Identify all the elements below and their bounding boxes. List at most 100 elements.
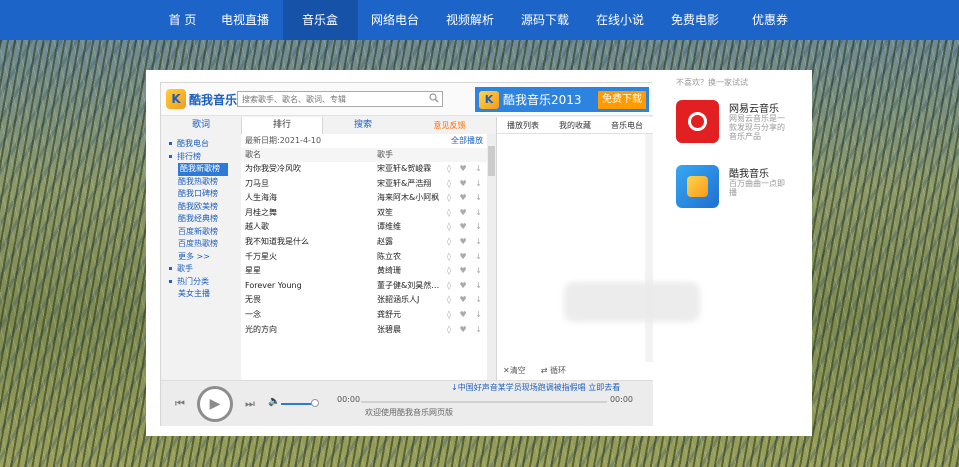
row-action-icons[interactable]: ◊ ♥ ↓ — [447, 191, 485, 206]
song-singer[interactable]: 张韶涵乐人J — [377, 293, 443, 308]
sidebar-item[interactable]: 酷我电台 — [161, 138, 241, 151]
song-title[interactable]: 一念 — [245, 308, 261, 323]
row-action-icons[interactable]: ◊ ♥ ↓ — [447, 220, 485, 235]
row-action-icons[interactable]: ◊ ♥ ↓ — [447, 279, 485, 294]
song-list-scrollbar[interactable] — [487, 134, 496, 380]
row-action-icons[interactable]: ◊ ♥ ↓ — [447, 235, 485, 250]
song-singer[interactable]: 双笙 — [377, 206, 443, 221]
sidebar-item[interactable]: 歌手 — [161, 263, 241, 276]
tab-play-list[interactable]: 播放列表 — [497, 117, 549, 134]
free-download-button[interactable]: 免费下载 — [598, 90, 646, 109]
nav-item[interactable]: 免费电影 — [658, 0, 733, 40]
song-row[interactable]: 星星 黄绮珊 ◊ ♥ ↓ — [241, 264, 487, 279]
kuwo-music-icon[interactable] — [676, 165, 719, 208]
song-row[interactable]: Forever Young 董子健&刘昊然… ◊ ♥ ↓ — [241, 279, 487, 294]
sidebar-item[interactable]: 酷我新歌榜 — [178, 163, 228, 176]
volume-icon[interactable]: 🔈 — [268, 396, 280, 407]
song-row[interactable]: 月桂之舞 双笙 ◊ ♥ ↓ — [241, 206, 487, 221]
tab-lyrics[interactable]: 歌词 — [161, 117, 241, 134]
song-row[interactable]: 光的方向 张碧晨 ◊ ♥ ↓ — [241, 323, 487, 338]
song-singer[interactable]: 张碧晨 — [377, 323, 443, 338]
sidebar-item[interactable]: 排行榜 — [161, 151, 241, 164]
song-row[interactable]: 千万星火 陈立农 ◊ ♥ ↓ — [241, 250, 487, 265]
sidebar-item[interactable]: 酷我欧美榜 — [161, 201, 241, 214]
download-banner[interactable]: K 酷我音乐2013 免费下载 — [475, 87, 649, 112]
song-title[interactable]: 千万星火 — [245, 250, 277, 265]
clear-button[interactable]: ✕清空 — [503, 366, 526, 375]
playlist-scrollbar[interactable] — [645, 134, 653, 362]
scrollbar-thumb[interactable] — [488, 146, 495, 176]
song-title[interactable]: 无畏 — [245, 293, 261, 308]
song-row[interactable]: 刀马旦 宋亚轩&严浩翔 ◊ ♥ ↓ — [241, 177, 487, 192]
app-kuwo[interactable]: 酷我音乐 百万曲曲一点即播 — [676, 165, 806, 210]
sidebar-item[interactable]: 更多 >> — [161, 251, 241, 264]
song-title[interactable]: 越人歌 — [245, 220, 269, 235]
song-row[interactable]: 越人歌 谭维维 ◊ ♥ ↓ — [241, 220, 487, 235]
previous-track-icon[interactable]: ⏮ — [175, 397, 185, 411]
search-input[interactable] — [237, 91, 443, 107]
search-icon[interactable] — [429, 93, 439, 103]
tab-search[interactable]: 搜索 — [323, 117, 403, 134]
song-row[interactable]: 我不知道我是什么 赵露 ◊ ♥ ↓ — [241, 235, 487, 250]
sidebar-item[interactable]: 酷我经典榜 — [161, 213, 241, 226]
row-action-icons[interactable]: ◊ ♥ ↓ — [447, 250, 485, 265]
row-action-icons[interactable]: ◊ ♥ ↓ — [447, 177, 485, 192]
sidebar-item[interactable]: 百度热歌榜 — [161, 238, 241, 251]
loop-button[interactable]: ⇄ 循环 — [541, 366, 566, 375]
song-singer[interactable]: 陈立农 — [377, 250, 443, 265]
row-action-icons[interactable]: ◊ ♥ ↓ — [447, 323, 485, 338]
volume-knob[interactable] — [311, 399, 319, 407]
song-row[interactable]: 人生海海 海来阿木&小阿枫 ◊ ♥ ↓ — [241, 191, 487, 206]
song-row[interactable]: 无畏 张韶涵乐人J ◊ ♥ ↓ — [241, 293, 487, 308]
song-singer[interactable]: 赵露 — [377, 235, 443, 250]
song-title[interactable]: 刀马旦 — [245, 177, 269, 192]
nav-item[interactable]: 视频解析 — [433, 0, 508, 40]
sidebar-item[interactable]: 美女主播 — [161, 288, 241, 301]
ticker-text[interactable]: 中国好声音某学员现场跑调被指假唱 立即去看 — [458, 383, 621, 392]
song-singer[interactable]: 海来阿木&小阿枫 — [377, 191, 443, 206]
tab-feedback[interactable]: 意见反馈 — [403, 117, 496, 134]
sidebar-item[interactable]: 酷我热歌榜 — [161, 176, 241, 189]
alternatives-hint[interactable]: 不喜欢？换一家试试 — [676, 77, 806, 88]
song-row[interactable]: 一念 龚舒元 ◊ ♥ ↓ — [241, 308, 487, 323]
app-name[interactable]: 酷我音乐 — [729, 165, 769, 180]
song-title[interactable]: 为你我受冷风吹 — [245, 162, 301, 177]
volume-slider[interactable] — [281, 403, 315, 405]
song-singer[interactable]: 龚舒元 — [377, 308, 443, 323]
row-action-icons[interactable]: ◊ ♥ ↓ — [447, 162, 485, 177]
song-title[interactable]: 月桂之舞 — [245, 206, 277, 221]
row-action-icons[interactable]: ◊ ♥ ↓ — [447, 308, 485, 323]
play-all-button[interactable]: 全部播放 — [451, 134, 483, 148]
song-singer[interactable]: 宋亚轩&严浩翔 — [377, 177, 443, 192]
row-action-icons[interactable]: ◊ ♥ ↓ — [447, 293, 485, 308]
song-singer[interactable]: 董子健&刘昊然… — [377, 279, 443, 294]
nav-item[interactable]: 首 页 — [158, 0, 208, 40]
song-title[interactable]: Forever Young — [245, 279, 302, 294]
next-track-icon[interactable]: ⏭ — [245, 397, 255, 411]
news-ticker[interactable]: ↓中国好声音某学员现场跑调被指假唱 立即去看 — [451, 382, 620, 393]
song-title[interactable]: 星星 — [245, 264, 261, 279]
song-singer[interactable]: 谭维维 — [377, 220, 443, 235]
nav-item[interactable]: 优惠券 — [733, 0, 808, 40]
song-row[interactable]: 为你我受冷风吹 宋亚轩&贺峻霖 ◊ ♥ ↓ — [241, 162, 487, 177]
app-name[interactable]: 网易云音乐 — [729, 100, 779, 115]
song-singer[interactable]: 黄绮珊 — [377, 264, 443, 279]
sidebar-item[interactable]: 百度新歌榜 — [161, 226, 241, 239]
row-action-icons[interactable]: ◊ ♥ ↓ — [447, 206, 485, 221]
row-action-icons[interactable]: ◊ ♥ ↓ — [447, 264, 485, 279]
netease-music-icon[interactable] — [676, 100, 719, 143]
nav-item[interactable]: 网络电台 — [358, 0, 433, 40]
song-title[interactable]: 光的方向 — [245, 323, 277, 338]
kuwo-logo[interactable]: K 酷我音乐 — [166, 89, 237, 109]
song-title[interactable]: 我不知道我是什么 — [245, 235, 309, 250]
sidebar-item[interactable]: 热门分类 — [161, 276, 241, 289]
sidebar-item[interactable]: 酷我口碑榜 — [161, 188, 241, 201]
progress-bar[interactable] — [361, 401, 607, 403]
nav-item[interactable]: 在线小说 — [583, 0, 658, 40]
nav-item[interactable]: 源码下载 — [508, 0, 583, 40]
play-button[interactable]: ▶ — [197, 386, 233, 422]
app-netease[interactable]: 网易云音乐 网易云音乐是一款发现与分享的音乐产品 — [676, 100, 806, 145]
tab-chart[interactable]: 排行 — [241, 117, 323, 134]
song-singer[interactable]: 宋亚轩&贺峻霖 — [377, 162, 443, 177]
tab-my-favorites[interactable]: 我的收藏 — [549, 117, 601, 134]
